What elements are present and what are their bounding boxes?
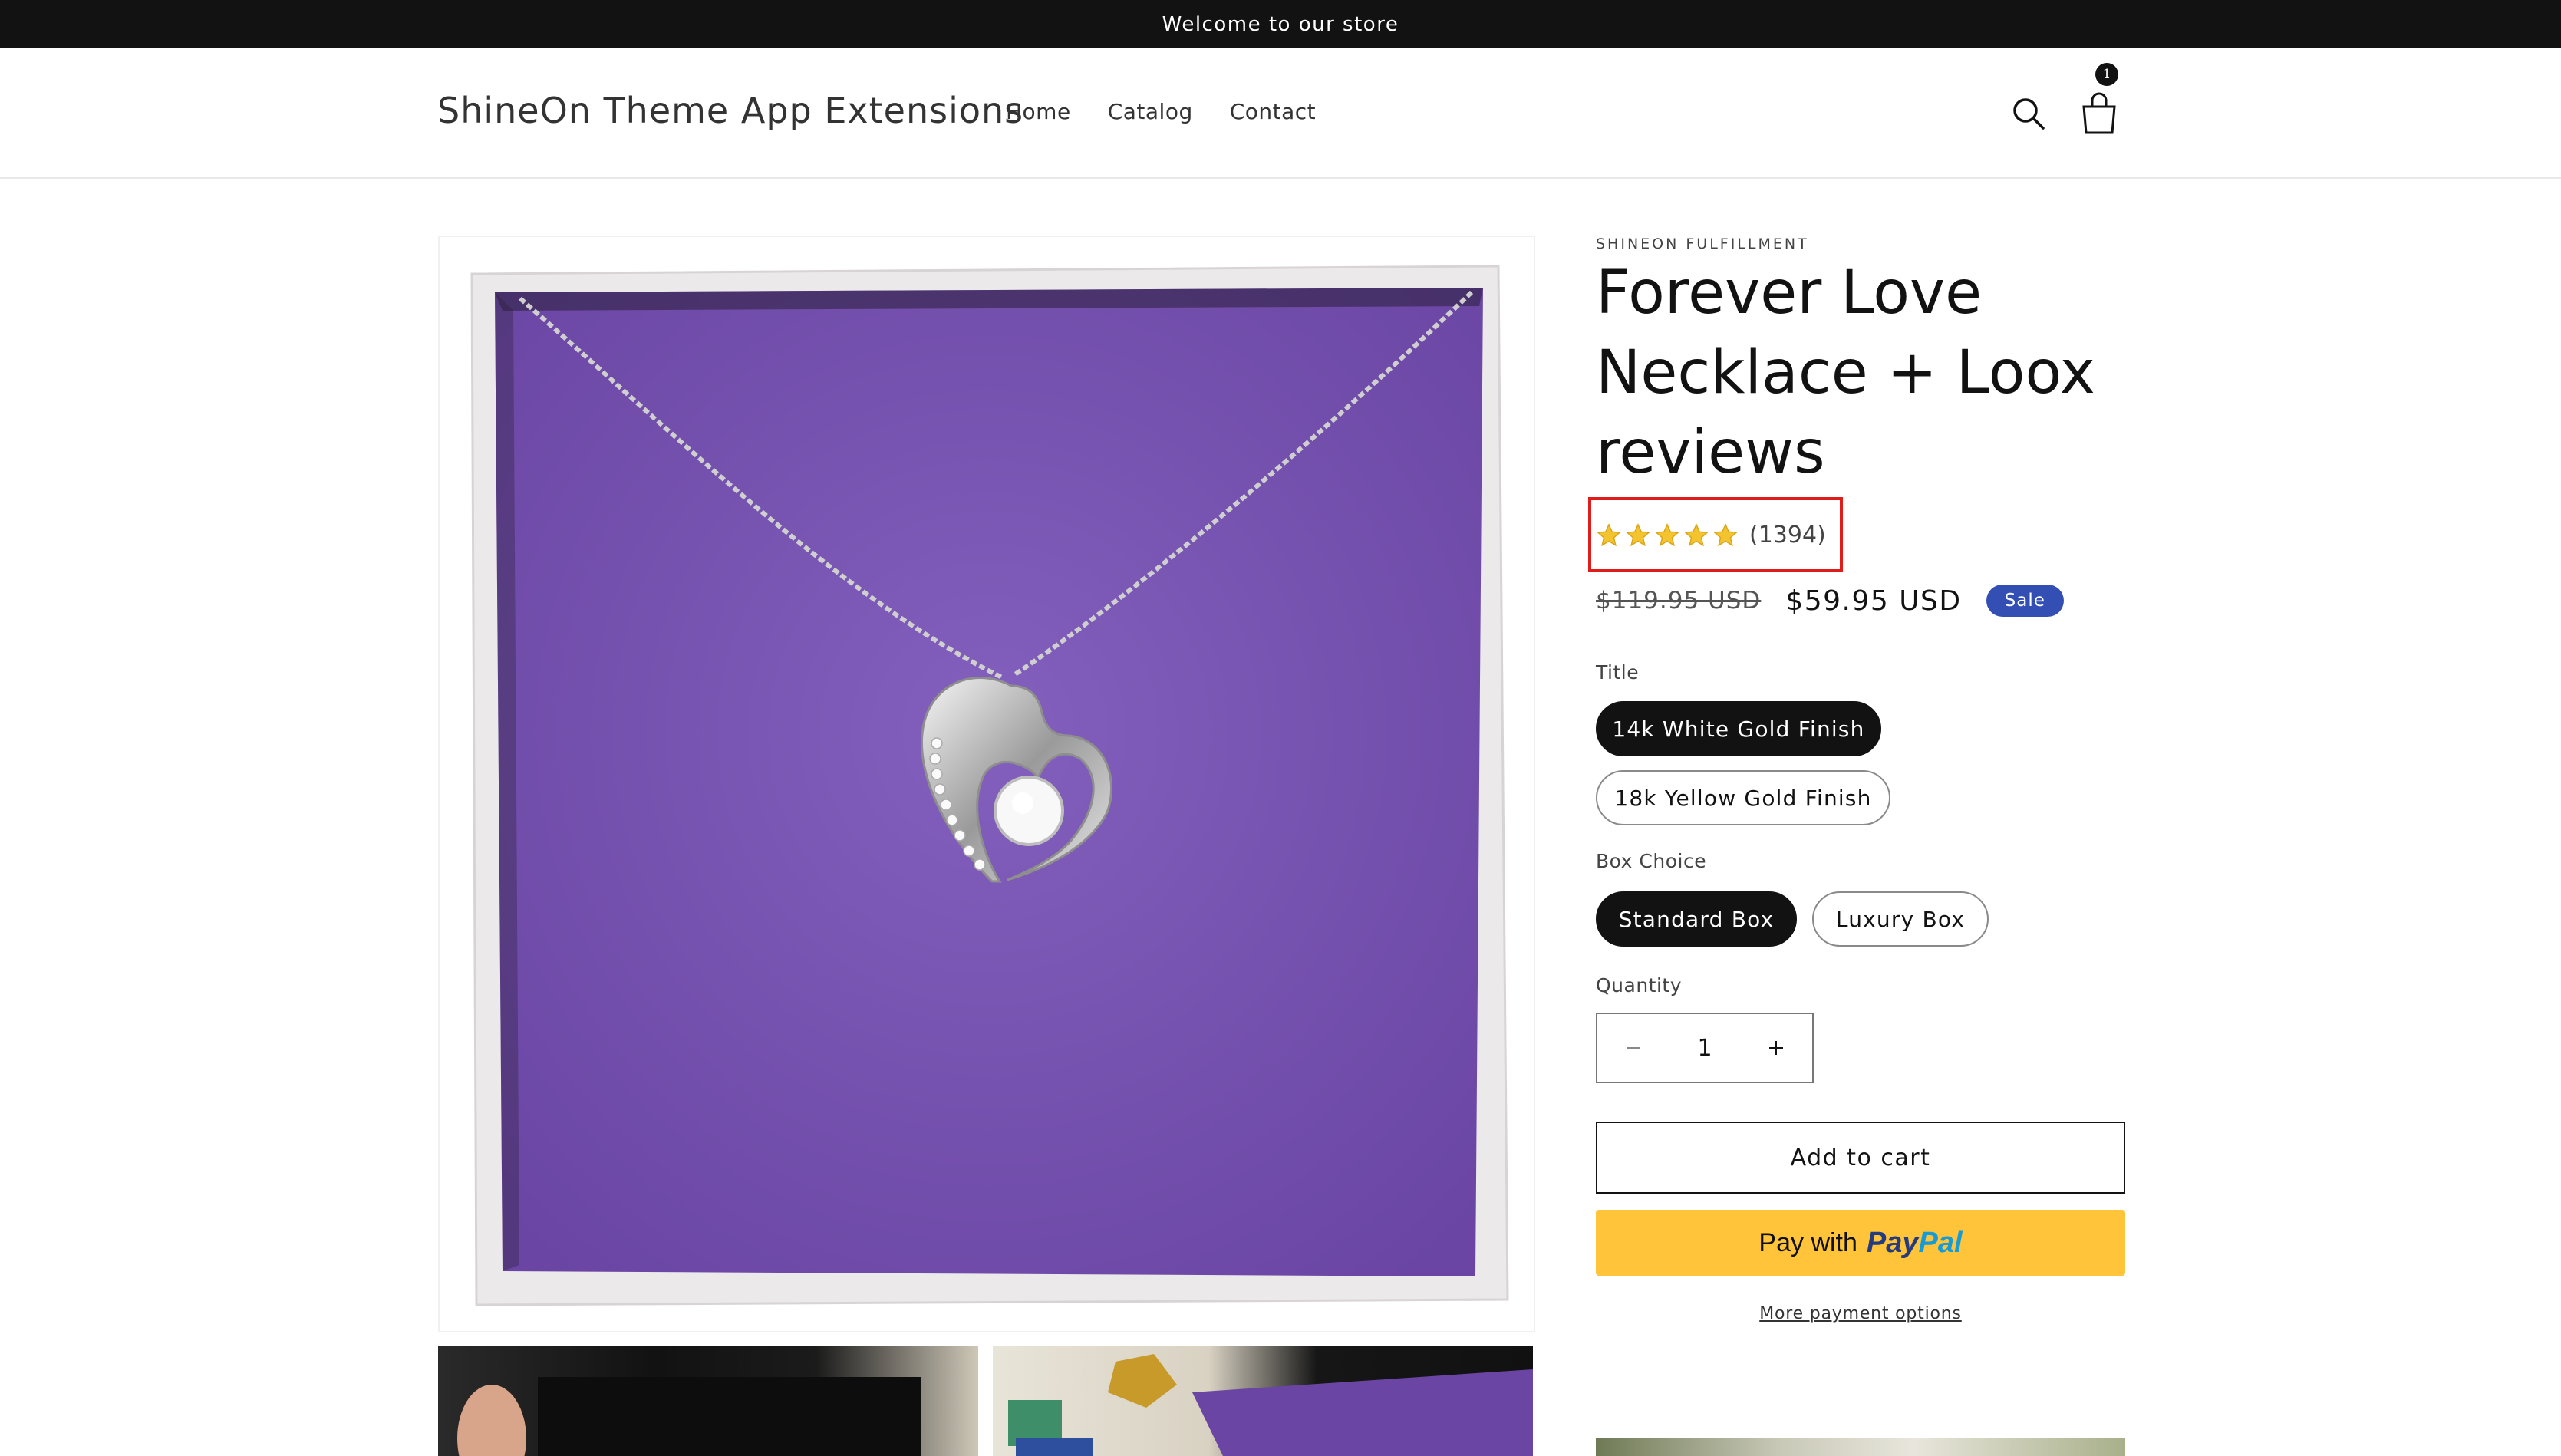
cart-count-badge: 1 [2095, 63, 2118, 86]
paypal-brand-pal: Pal [1918, 1226, 1963, 1259]
quantity-stepper [1596, 1013, 1814, 1083]
plus-icon [1769, 1041, 1783, 1055]
quantity-input[interactable] [1669, 1014, 1740, 1082]
nav-contact[interactable]: Contact [1230, 99, 1316, 124]
announcement-bar: Welcome to our store [0, 0, 2561, 48]
nav-catalog[interactable]: Catalog [1108, 99, 1193, 124]
product-thumbnail-2[interactable] [993, 1346, 1533, 1456]
variant-14k-white-gold[interactable]: 14k White Gold Finish [1596, 701, 1881, 756]
main-nav: Home Catalog Contact [1006, 99, 1316, 124]
lifestyle-image-preview [1596, 1438, 2125, 1456]
thumbnail-1-image [457, 1377, 921, 1456]
paypal-button[interactable]: Pay with Pay Pal [1596, 1210, 2125, 1276]
variant-18k-yellow-gold[interactable]: 18k Yellow Gold Finish [1596, 770, 1890, 825]
quantity-decrease-button[interactable] [1597, 1014, 1669, 1082]
store-logo[interactable]: ShineOn Theme App Extensions [437, 90, 1023, 131]
quantity-label: Quantity [1596, 974, 1683, 996]
nav-home[interactable]: Home [1006, 99, 1071, 124]
star-icon [1713, 522, 1738, 546]
star-icon [1684, 522, 1709, 546]
star-icon [1626, 522, 1650, 546]
star-icon [1597, 522, 1621, 546]
box-standard[interactable]: Standard Box [1596, 891, 1797, 947]
search-icon[interactable] [2008, 93, 2049, 134]
review-count: (1394) [1749, 522, 1826, 548]
price-row: $119.95 USD $59.95 USD Sale [1596, 585, 2064, 617]
title-option-label: Title [1596, 661, 1640, 684]
box-choice-label: Box Choice [1596, 850, 1707, 872]
minus-icon [1627, 1047, 1640, 1049]
sale-badge: Sale [1986, 585, 2064, 617]
paypal-brand-pay: Pay [1866, 1226, 1919, 1259]
quantity-increase-button[interactable] [1740, 1014, 1812, 1082]
product-rating[interactable]: (1394) [1596, 522, 1826, 548]
box-luxury[interactable]: Luxury Box [1812, 891, 1989, 947]
more-payment-options-link[interactable]: More payment options [1759, 1304, 1962, 1323]
more-payment-options: More payment options [1596, 1304, 2125, 1323]
compare-at-price: $119.95 USD [1596, 587, 1762, 614]
announcement-text: Welcome to our store [1162, 12, 1399, 36]
product-main-image[interactable] [438, 236, 1535, 1332]
product-thumbnail-1[interactable] [438, 1346, 978, 1456]
necklace-box-illustration [440, 237, 1534, 1331]
product-title: Forever Love Necklace + Loox reviews [1596, 259, 2095, 487]
product-vendor: SHINEON FULFILLMENT [1596, 236, 1809, 252]
cart-icon[interactable] [2076, 88, 2122, 139]
paypal-prefix: Pay with [1758, 1227, 1857, 1257]
thumbnail-2-image [1008, 1354, 1533, 1456]
add-to-cart-button[interactable]: Add to cart [1596, 1122, 2125, 1194]
site-header: ShineOn Theme App Extensions Home Catalo… [0, 48, 2561, 179]
sale-price: $59.95 USD [1785, 585, 1962, 617]
star-icon [1655, 522, 1679, 546]
paypal-logo: Pay Pal [1867, 1227, 1963, 1260]
